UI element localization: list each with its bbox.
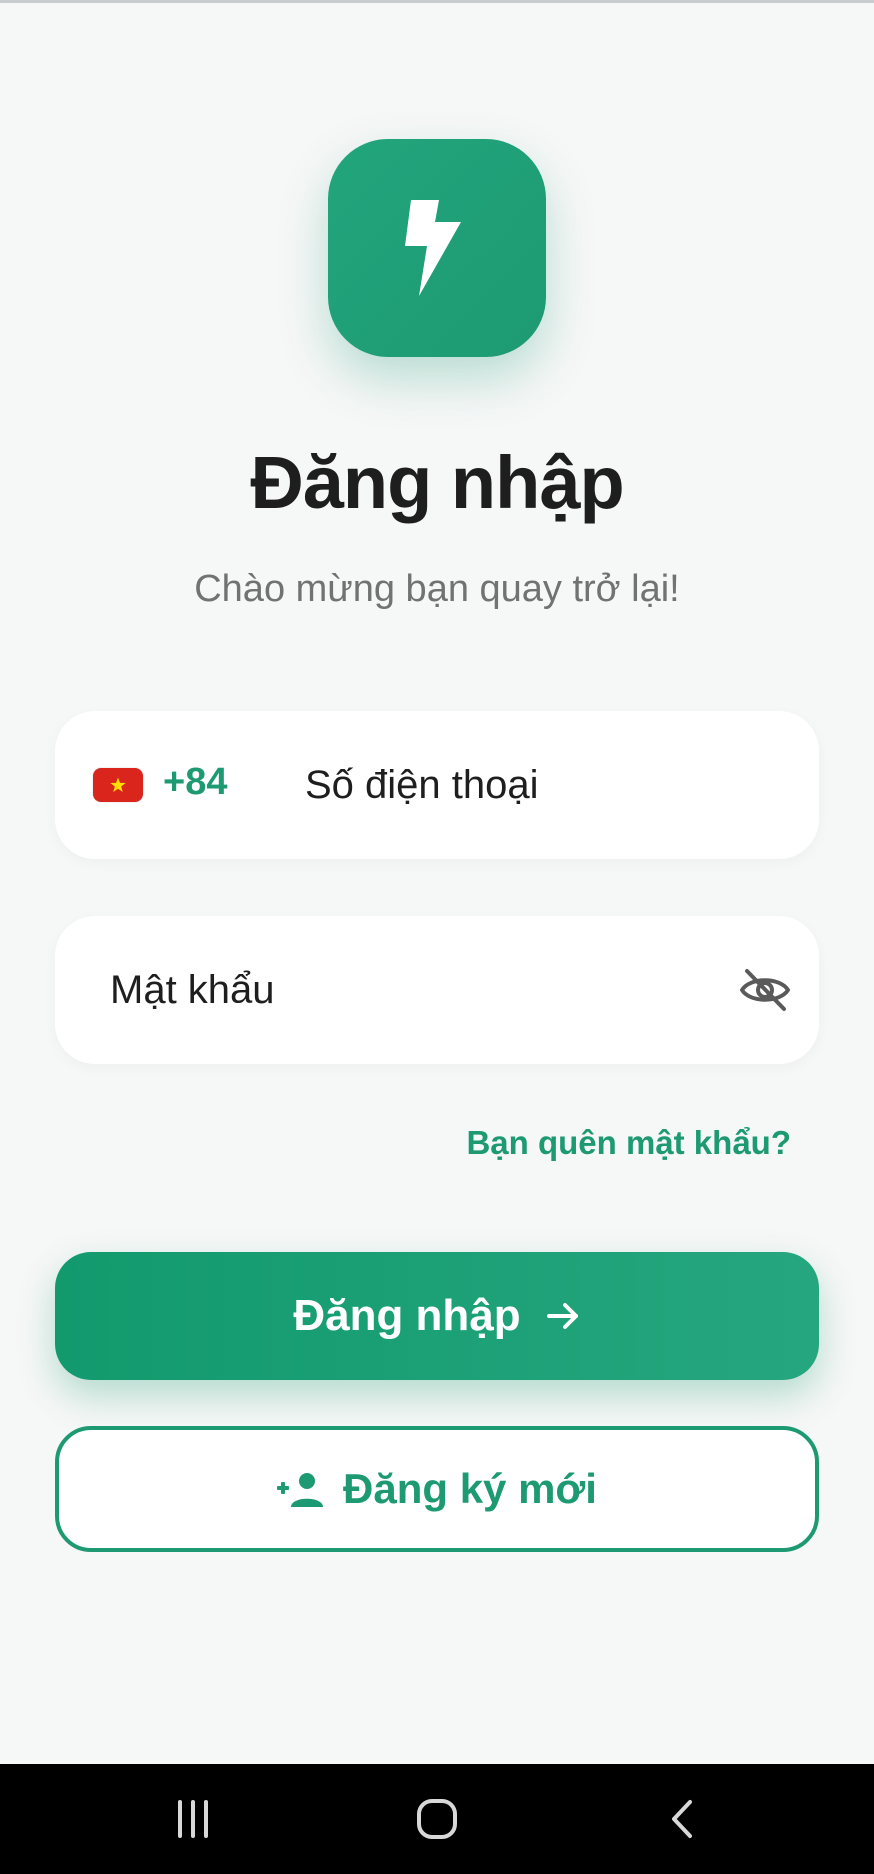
register-button[interactable]: Đăng ký mới <box>55 1426 819 1552</box>
home-icon <box>417 1799 457 1839</box>
arrow-right-icon <box>546 1303 578 1329</box>
flag-star-icon <box>110 777 126 793</box>
status-divider <box>0 0 874 3</box>
recent-apps-icon <box>178 1800 208 1838</box>
login-button-label: Đăng nhập <box>293 1291 521 1340</box>
country-dial-code[interactable]: +84 <box>163 761 227 804</box>
page-subtitle: Chào mừng bạn quay trở lại! <box>194 568 680 610</box>
lightning-bolt-icon <box>405 200 461 296</box>
forgot-password-link[interactable]: Bạn quên mật khẩu? <box>466 1124 791 1162</box>
person-add-icon <box>277 1473 324 1507</box>
phone-number-input[interactable] <box>305 745 785 825</box>
home-button[interactable] <box>397 1789 477 1849</box>
app-logo <box>328 139 546 357</box>
back-icon <box>672 1800 692 1838</box>
password-visibility-toggle[interactable] <box>738 966 792 1014</box>
register-button-label: Đăng ký mới <box>343 1465 597 1512</box>
login-button[interactable]: Đăng nhập <box>55 1252 819 1380</box>
eye-off-icon <box>740 969 790 1011</box>
vietnam-flag-icon[interactable] <box>93 768 143 802</box>
back-button[interactable] <box>643 1789 723 1849</box>
password-input[interactable] <box>110 950 710 1030</box>
login-screen: Đăng nhập Chào mừng bạn quay trở lại! +8… <box>0 0 874 1874</box>
recent-apps-button[interactable] <box>153 1789 233 1849</box>
password-field[interactable] <box>55 916 819 1064</box>
system-navigation-bar <box>0 1764 874 1874</box>
phone-field[interactable]: +84 <box>55 711 819 859</box>
page-title: Đăng nhập <box>250 441 624 524</box>
